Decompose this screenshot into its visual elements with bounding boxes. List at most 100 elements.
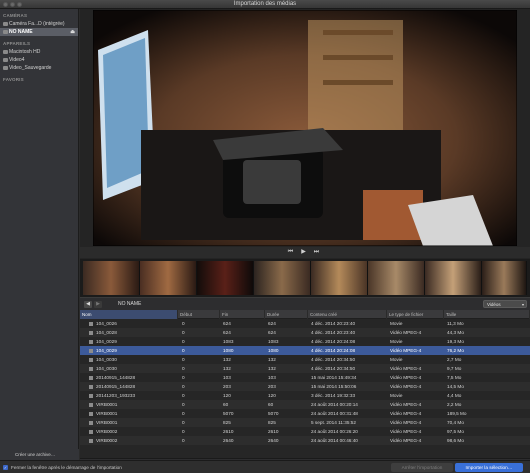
cell-end: 203 [223, 384, 231, 389]
filmstrip-frame [197, 261, 254, 295]
stop-import-button[interactable]: Arrêter l'importation [391, 463, 453, 472]
table-row[interactable]: 104_0026 0 624 624 4 déc. 2014 20:23:40 Movie… [80, 319, 530, 328]
cell-end: 1083 [223, 339, 234, 344]
cell-size: 7,5 Mo [447, 375, 462, 380]
filmstrip-frame [254, 261, 311, 295]
col-header-duration[interactable]: Durée [265, 310, 308, 319]
table-row[interactable]: 104_0030 0 132 132 4 déc. 2014 20:34:50 Vidéo… [80, 364, 530, 373]
sidebar-item-no-name[interactable]: NO NAME ⏏ [0, 28, 78, 36]
cell-type: Vidéo MPEG-4 [390, 330, 422, 335]
filmstrip-frame [311, 261, 368, 295]
table-row[interactable]: 20140915_144828 0 103 103 15 mai 2014 15:49:… [80, 373, 530, 382]
col-header-name[interactable]: Nom [80, 310, 178, 319]
col-header-type[interactable]: Le type de fichier [387, 310, 444, 319]
video-file-icon [89, 438, 93, 443]
col-header-size[interactable]: Taille [444, 310, 530, 319]
video-file-icon [89, 321, 93, 326]
cell-end: 1080 [223, 348, 234, 353]
cell-created: 4 déc. 2014 20:34:50 [311, 357, 356, 362]
next-frame-button[interactable]: ⏭ [312, 248, 321, 257]
media-type-select[interactable]: Vidéos ▾ [483, 300, 527, 308]
import-selection-button[interactable]: Importer la sélection… [455, 463, 523, 472]
col-header-end[interactable]: Fin [220, 310, 265, 319]
cell-start: 0 [182, 384, 185, 389]
table-row[interactable]: 104_0029 0 1083 1083 4 déc. 2014 20:24:08 Mov… [80, 337, 530, 346]
cell-created: 5 sept. 2014 11:35:52 [311, 420, 357, 425]
cell-end: 2640 [223, 438, 234, 443]
cell-name: VIRB0002 [89, 427, 176, 436]
cell-duration: 132 [268, 366, 276, 371]
cell-created: 4 déc. 2014 20:24:08 [311, 339, 356, 344]
filmstrip[interactable] [80, 259, 530, 297]
eject-icon[interactable]: ⏏ [70, 28, 75, 36]
cell-name: VIRB0001 [89, 400, 176, 409]
playback-controls: ⏮ ▶ ⏭ [80, 247, 530, 258]
table-row[interactable]: 104_0030 0 132 132 4 déc. 2014 20:34:50 Movie… [80, 355, 530, 364]
cell-created: 15 mai 2014 15:49:34 [311, 375, 357, 380]
camera-icon [3, 22, 8, 26]
table-row[interactable]: VIRB0001 0 60 60 24 août 2014 00:20:14 Vidéo … [80, 400, 530, 409]
cell-start: 0 [182, 420, 185, 425]
cell-name: 20140915_144828 [89, 382, 176, 391]
table-row[interactable]: 104_0028 0 624 624 4 déc. 2014 20:23:40 Vidéo… [80, 328, 530, 337]
filmstrip-frame [482, 261, 527, 295]
cell-start: 0 [182, 339, 185, 344]
cell-size: 70,4 Mo [447, 420, 464, 425]
table-row[interactable]: 104_0029 0 1080 1080 4 déc. 2014 20:24:08 Vid… [80, 346, 530, 355]
col-header-start[interactable]: Début [178, 310, 220, 319]
cell-end: 624 [223, 330, 231, 335]
cell-type: Vidéo MPEG-4 [390, 348, 422, 353]
play-button[interactable]: ▶ [299, 248, 308, 257]
cell-name: 104_0030 [89, 364, 176, 373]
cell-duration: 1080 [268, 348, 279, 353]
table-row[interactable]: VIRB0001 0 825 825 5 sept. 2014 11:35:52 Vidé… [80, 418, 530, 427]
video-file-icon [89, 348, 93, 353]
main-panel: ⏮ ▶ ⏭ ◀ ▶ NO NAME Vidéos ▾ Nom Début Fin… [80, 9, 530, 469]
cell-created: 24 août 2014 00:20:14 [311, 402, 358, 407]
table-row[interactable]: VIRB0002 0 2610 2610 24 août 2014 00:26:20 Vi… [80, 427, 530, 436]
cell-duration: 1083 [268, 339, 279, 344]
sidebar: CAMÉRAS Caméra Fa...D (intégrée) NO NAME… [0, 9, 79, 460]
cell-start: 0 [182, 402, 185, 407]
table-row[interactable]: 20140915_144828 0 203 203 15 mai 2014 15:50:… [80, 382, 530, 391]
cell-name-text: 104_0030 [96, 357, 117, 362]
cell-type: Movie [390, 339, 403, 344]
table-row[interactable]: VIRB0001 0 5070 5070 24 août 2014 00:31:48 Vi… [80, 409, 530, 418]
import-footer: ✓ Fermer la fenêtre après le démarrage d… [0, 460, 530, 473]
cell-start: 0 [182, 411, 185, 416]
cell-created: 4 déc. 2014 20:34:50 [311, 366, 356, 371]
col-header-created[interactable]: Contenu créé [308, 310, 387, 319]
close-window-label: Fermer la fenêtre après le démarrage de … [11, 465, 122, 470]
cell-type: Vidéo MPEG-4 [390, 402, 422, 407]
sidebar-item-label: Video4 [9, 57, 25, 63]
cell-created: 15 mai 2014 15:50:06 [311, 384, 357, 389]
cell-size: 98,6 Mo [447, 438, 464, 443]
section-cameras: CAMÉRAS [3, 13, 28, 18]
cell-start: 0 [182, 330, 185, 335]
sidebar-item-macintosh-hd[interactable]: Macintosh HD [0, 48, 78, 56]
back-button[interactable]: ◀ [84, 301, 92, 308]
forward-button[interactable]: ▶ [94, 301, 102, 308]
cell-size: 19,3 Mo [447, 339, 464, 344]
cell-name: 104_0026 [89, 319, 176, 328]
cell-name: VIRB0001 [89, 418, 176, 427]
previous-frame-button[interactable]: ⏮ [286, 248, 295, 257]
sidebar-item-label: Macintosh HD [9, 49, 41, 55]
sidebar-item-video4[interactable]: Video4 [0, 56, 78, 64]
preview-frame-image [93, 10, 517, 246]
cell-name: 104_0029 [89, 346, 176, 355]
section-favorites: FAVORIS [3, 77, 24, 82]
table-row[interactable]: VIRB0002 0 2640 2640 24 août 2014 00:46:40 Vi… [80, 436, 530, 445]
cell-name-text: 104_0028 [96, 330, 117, 335]
cell-type: Vidéo MPEG-4 [390, 366, 422, 371]
sidebar-item-facetime-camera[interactable]: Caméra Fa...D (intégrée) [0, 20, 78, 28]
close-window-checkbox[interactable]: ✓ [3, 465, 8, 470]
cell-name-text: VIRB0002 [96, 429, 118, 434]
cell-name-text: VIRB0001 [96, 402, 118, 407]
sidebar-item-video-sauvegarde[interactable]: Video_Sauvegarde [0, 64, 78, 72]
cell-duration: 2610 [268, 429, 279, 434]
create-archive-button[interactable]: Créer une archive… [15, 452, 55, 457]
cell-size: 4,4 Mo [447, 393, 462, 398]
table-row[interactable]: 20141203_193233 0 120 120 3 déc. 2014 19:32:… [80, 391, 530, 400]
video-preview [93, 10, 517, 246]
